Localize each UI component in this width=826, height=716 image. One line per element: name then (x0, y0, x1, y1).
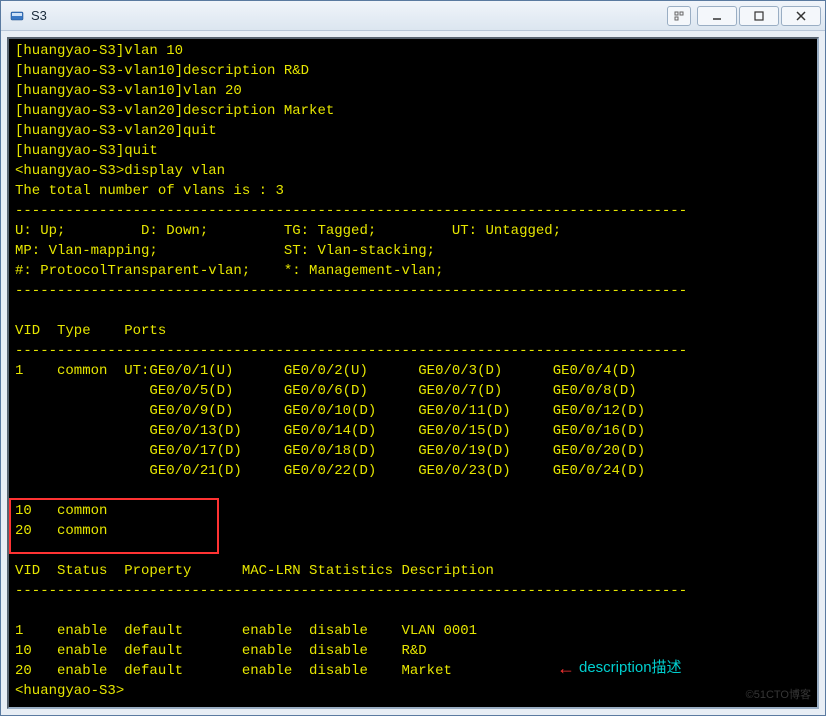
maximize-button[interactable] (739, 6, 779, 26)
app-icon (9, 8, 25, 24)
titlebar: S3 (1, 1, 825, 31)
window-frame: S3 [huangyao-S3]vlan 10 [huangyao-S3-vla… (0, 0, 826, 716)
close-button[interactable] (781, 6, 821, 26)
terminal-output[interactable]: [huangyao-S3]vlan 10 [huangyao-S3-vlan10… (7, 37, 819, 709)
minimize-button[interactable] (697, 6, 737, 26)
window-buttons (697, 6, 821, 26)
watermark: ©51CTO博客 (746, 685, 811, 705)
window-title: S3 (31, 8, 667, 23)
terminal-text: [huangyao-S3]vlan 10 [huangyao-S3-vlan10… (15, 41, 811, 701)
annotation-text: description描述 (579, 658, 682, 678)
window-options-button[interactable] (667, 6, 691, 26)
arrow-icon: ← (557, 658, 575, 678)
annotation-label: ← description描述 (557, 658, 682, 678)
